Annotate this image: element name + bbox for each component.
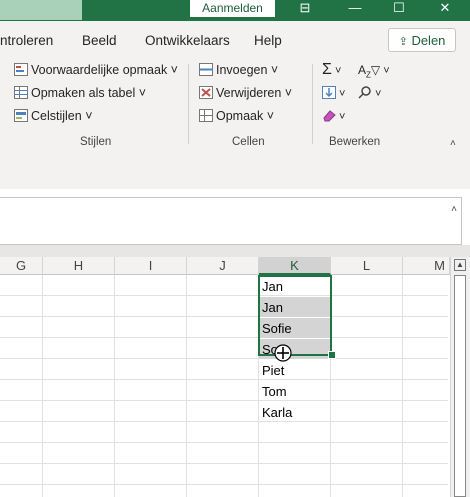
gridline bbox=[0, 379, 448, 380]
format-as-table-button[interactable]: Opmaken als tabel ˅ bbox=[14, 84, 146, 102]
conditional-formatting-button[interactable]: Voorwaardelijke opmaak ˅ bbox=[14, 61, 178, 79]
tab-controleren[interactable]: ntroleren bbox=[0, 33, 53, 48]
column-header-j[interactable]: J bbox=[187, 257, 259, 275]
chevron-down-icon: ˅ bbox=[135, 86, 147, 100]
move-cursor-icon bbox=[273, 343, 293, 368]
delete-cells-button[interactable]: Verwijderen ˅ bbox=[199, 84, 292, 102]
tab-help[interactable]: Help bbox=[254, 33, 282, 48]
collapse-ribbon-icon[interactable]: ˄ bbox=[450, 138, 456, 149]
insert-icon bbox=[199, 63, 213, 76]
share-button[interactable]: ⇪ Delen bbox=[388, 28, 456, 52]
group-divider bbox=[188, 64, 189, 144]
search-icon bbox=[358, 86, 372, 99]
sign-in-button[interactable]: Aanmelden bbox=[190, 0, 275, 17]
ribbon: Voorwaardelijke opmaak ˅ Opmaken als tab… bbox=[0, 56, 470, 153]
insert-cells-button[interactable]: Invoegen ˅ bbox=[199, 61, 278, 79]
format-icon bbox=[199, 109, 213, 122]
gridline bbox=[0, 358, 448, 359]
format-label: Opmaak bbox=[216, 109, 264, 123]
column-header-l[interactable]: L bbox=[331, 257, 403, 275]
cell-k7[interactable]: Karla bbox=[259, 402, 331, 422]
expand-formula-bar-icon[interactable]: ˄ bbox=[451, 204, 457, 215]
format-as-table-label: Opmaken als tabel bbox=[31, 86, 136, 100]
table-icon bbox=[14, 86, 28, 99]
chevron-down-icon: ˅ bbox=[331, 65, 342, 77]
delete-label: Verwijderen bbox=[216, 86, 282, 100]
gridline bbox=[0, 442, 448, 443]
column-header-k[interactable]: K bbox=[259, 257, 331, 275]
group-divider bbox=[312, 64, 313, 144]
minimize-button[interactable]: — bbox=[340, 0, 370, 18]
gridline bbox=[0, 463, 448, 464]
scrollbar-thumb[interactable] bbox=[454, 275, 466, 497]
scroll-up-icon[interactable]: ▲ bbox=[454, 259, 466, 271]
fill-handle[interactable] bbox=[328, 351, 336, 359]
clear-button[interactable]: ˅ bbox=[322, 107, 345, 125]
group-label-stijlen: Stijlen bbox=[80, 136, 112, 148]
chevron-down-icon: ˅ bbox=[281, 86, 293, 100]
tab-ontwikkelaars[interactable]: Ontwikkelaars bbox=[145, 33, 230, 48]
group-label-bewerken: Bewerken bbox=[329, 136, 381, 148]
format-cells-button[interactable]: Opmaak ˅ bbox=[199, 107, 274, 125]
find-select-button[interactable]: ˅ bbox=[358, 84, 381, 102]
fill-down-icon bbox=[322, 86, 336, 99]
cell-k1[interactable]: Jan bbox=[259, 276, 331, 296]
chevron-down-icon: ˅ bbox=[263, 109, 275, 123]
formula-bar-input[interactable]: ˄ bbox=[0, 197, 462, 245]
gridline bbox=[0, 316, 448, 317]
formula-gap bbox=[0, 245, 470, 257]
eraser-icon bbox=[322, 109, 336, 122]
chevron-down-icon: ˅ bbox=[375, 88, 382, 100]
gridline bbox=[0, 484, 448, 485]
ribbon-bottom-band bbox=[0, 152, 470, 189]
autosum-button[interactable]: Σ ˅ bbox=[322, 61, 341, 79]
chevron-down-icon: ˅ bbox=[339, 88, 346, 100]
conditional-formatting-icon bbox=[14, 63, 28, 76]
gridline bbox=[0, 421, 448, 422]
cell-styles-icon bbox=[14, 109, 28, 122]
gridline bbox=[0, 337, 448, 338]
chevron-down-icon: ˅ bbox=[267, 63, 279, 77]
cell-k4[interactable]: So bbox=[259, 339, 331, 359]
gridline bbox=[0, 400, 448, 401]
cell-k5[interactable]: Piet bbox=[259, 360, 331, 380]
cell-k2[interactable]: Jan bbox=[259, 297, 331, 317]
chevron-down-icon: ˅ bbox=[81, 109, 93, 123]
close-button[interactable]: ✕ bbox=[430, 0, 460, 18]
cell-k6[interactable]: Tom bbox=[259, 381, 331, 401]
column-header-h[interactable]: H bbox=[43, 257, 115, 275]
insert-label: Invoegen bbox=[216, 63, 268, 77]
quick-access-area bbox=[0, 0, 82, 20]
cell-k3[interactable]: Sofie bbox=[259, 318, 331, 338]
share-label: Delen bbox=[411, 33, 446, 48]
column-header-m[interactable]: M bbox=[403, 257, 450, 275]
conditional-formatting-label: Voorwaardelijke opmaak bbox=[31, 63, 168, 77]
maximize-button[interactable]: ☐ bbox=[384, 0, 414, 18]
worksheet-grid[interactable]: G H I J K L M Jan Jan Sofie So Piet Tom … bbox=[0, 257, 470, 497]
sigma-icon: Σ bbox=[322, 61, 332, 78]
cell-styles-label: Celstijlen bbox=[31, 109, 82, 123]
ribbon-display-icon[interactable]: ⊟ bbox=[290, 0, 320, 18]
fill-button[interactable]: ˅ bbox=[322, 84, 345, 102]
column-header-g[interactable]: G bbox=[0, 257, 43, 275]
group-label-cellen: Cellen bbox=[232, 136, 265, 148]
vertical-scrollbar[interactable]: ▲ bbox=[450, 257, 470, 497]
sort-filter-icon: AZ▽ bbox=[358, 63, 381, 80]
share-icon: ⇪ bbox=[398, 36, 408, 48]
chevron-down-icon: ˅ bbox=[380, 65, 390, 77]
title-bar: Aanmelden ⊟ — ☐ ✕ bbox=[0, 0, 470, 21]
chevron-down-icon: ˅ bbox=[167, 63, 178, 77]
sort-filter-button[interactable]: AZ▽ ˅ bbox=[358, 61, 390, 79]
tab-beeld[interactable]: Beeld bbox=[82, 33, 117, 48]
chevron-down-icon: ˅ bbox=[339, 111, 346, 123]
column-header-i[interactable]: I bbox=[115, 257, 187, 275]
gridline bbox=[0, 295, 448, 296]
cell-styles-button[interactable]: Celstijlen ˅ bbox=[14, 107, 93, 125]
delete-icon bbox=[199, 86, 213, 99]
